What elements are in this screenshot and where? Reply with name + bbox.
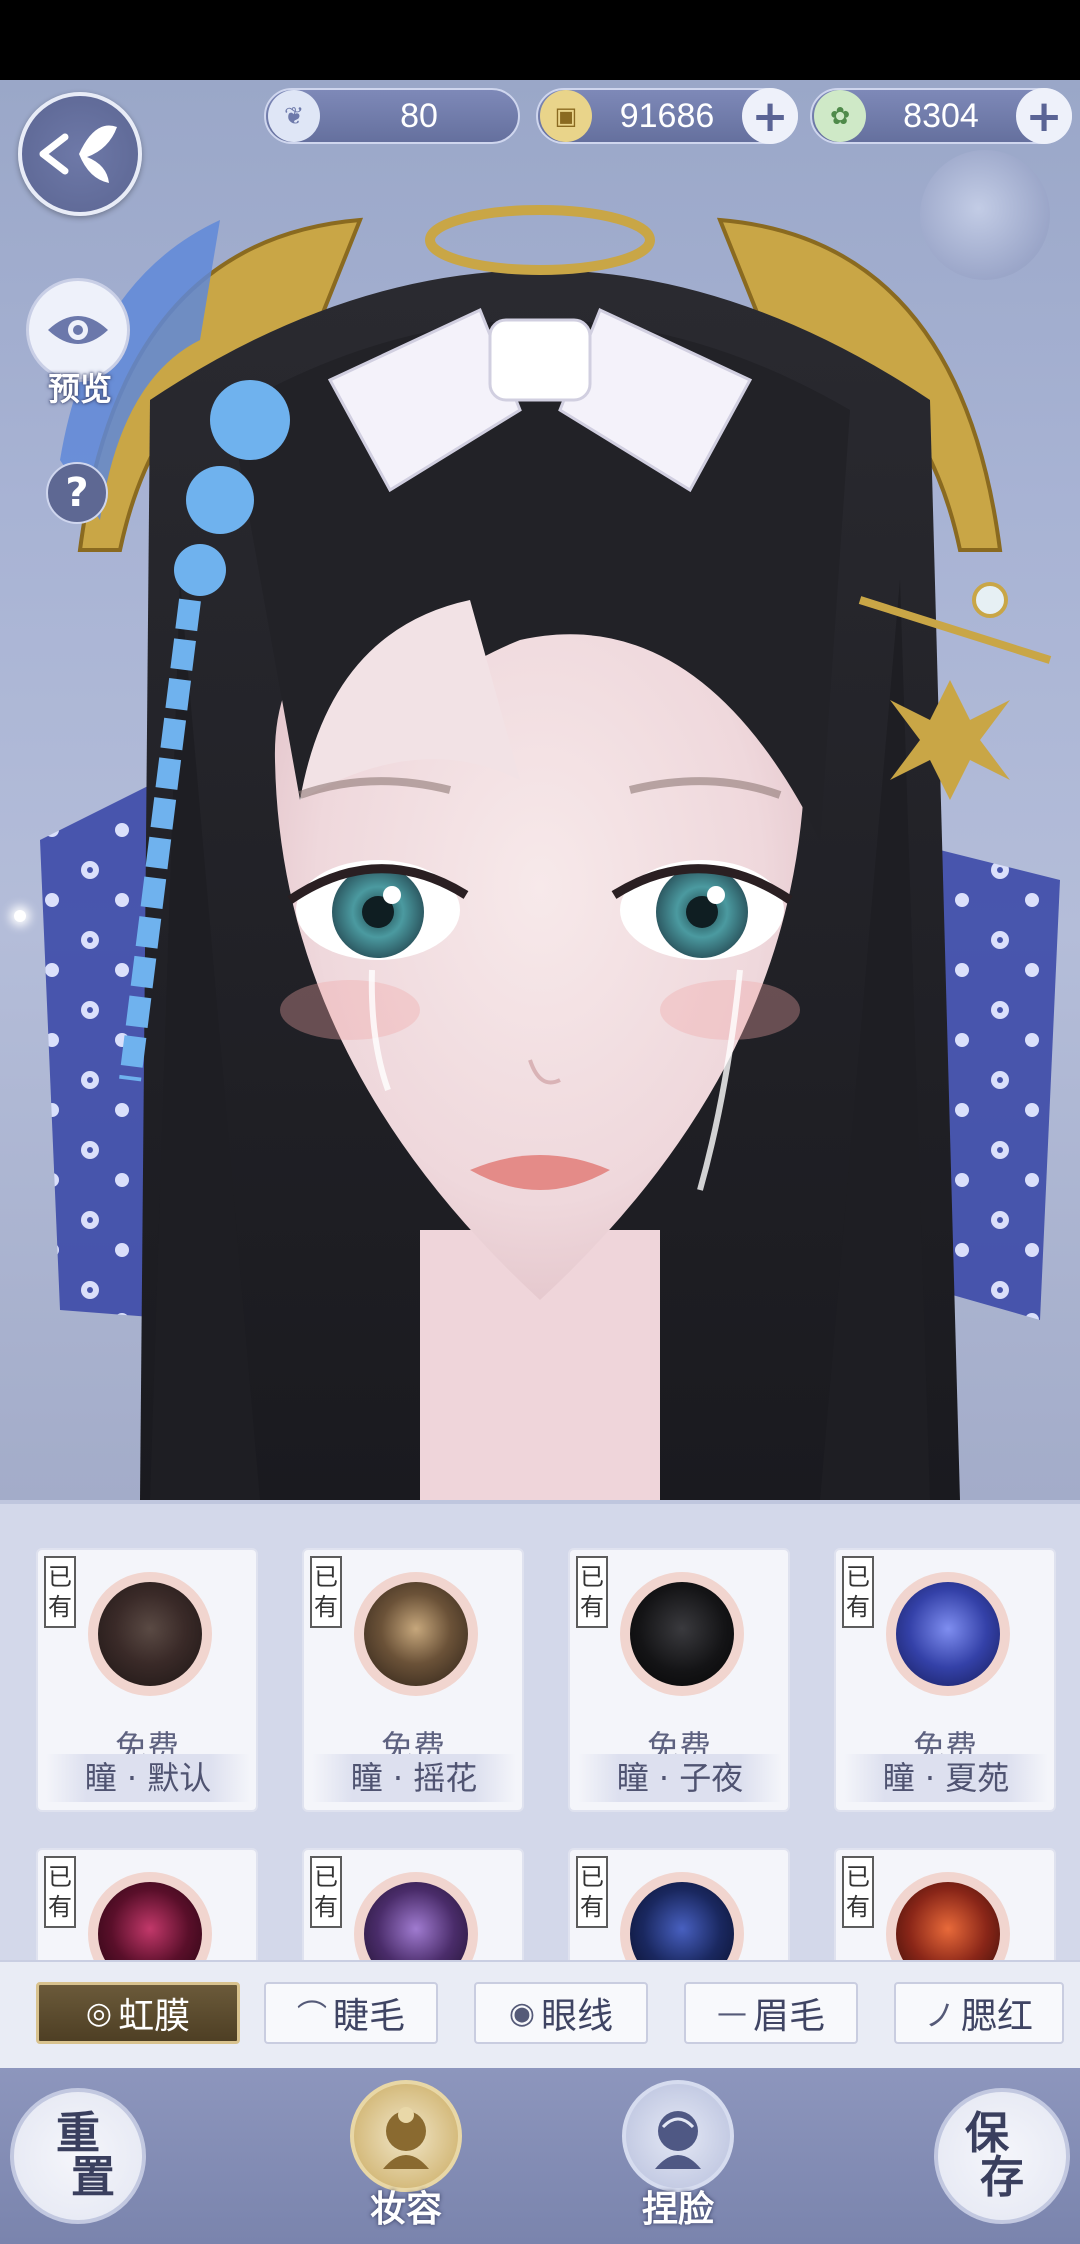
feather-coin-icon: ❦	[268, 90, 320, 142]
iris-preview	[98, 1582, 202, 1686]
iris-swatch	[620, 1872, 744, 1962]
currency-jade-value: 8304	[903, 96, 979, 135]
owned-tag: 已有	[576, 1856, 608, 1928]
iris-preview	[630, 1882, 734, 1962]
bottom-navigation: 重 置 妆容 捏脸 保 存	[0, 2068, 1080, 2244]
iris-swatch	[886, 1572, 1010, 1696]
status-bar	[0, 0, 1080, 80]
iris-preview	[98, 1882, 202, 1962]
item-grid[interactable]: 已有 免费 瞳 · 默认 已有 免费 瞳 · 摇花 已有 免费 瞳 · 子夜 已…	[0, 1504, 1080, 1962]
owned-tag: 已有	[310, 1856, 342, 1928]
eye-icon: ◉	[508, 1995, 536, 2031]
tab-label: 腮红	[960, 1996, 1033, 2037]
owned-tag: 已有	[842, 1856, 874, 1928]
eyelash-icon: ⌒	[296, 1999, 327, 2034]
tab-label: 睫毛	[332, 1996, 405, 2037]
preview-label: 预览	[47, 370, 112, 408]
iris-selection-panel: 已有 免费 瞳 · 默认 已有 免费 瞳 · 摇花 已有 免费 瞳 · 子夜 已…	[0, 1500, 1080, 1962]
iris-icon: ◎	[85, 1995, 113, 2031]
iris-swatch	[354, 1572, 478, 1696]
owned-tag: 已有	[576, 1556, 608, 1628]
item-card[interactable]: 已有 免费 瞳 · 夏苑	[834, 1548, 1056, 1812]
item-card[interactable]: 已有	[36, 1848, 258, 1962]
eye-icon	[48, 316, 108, 344]
tab-label: 眼线	[541, 1996, 614, 2037]
owned-tag: 已有	[44, 1856, 76, 1928]
face-sculpt-label: 捏脸	[641, 2188, 714, 2230]
iris-preview	[630, 1582, 734, 1686]
item-name: 瞳 · 夏苑	[844, 1754, 1048, 1802]
item-name: 瞳 · 子夜	[578, 1754, 782, 1802]
character-preview-scene[interactable]: ❦ 80 ▣ 91686 + ✿ 8304 + 预览 ?	[0, 80, 1080, 1500]
save-button[interactable]: 保 存	[934, 2088, 1070, 2224]
add-jade-button[interactable]: +	[1016, 88, 1072, 144]
makeup-face-icon	[383, 2107, 429, 2169]
tab-label: 虹膜	[118, 1996, 191, 2037]
currency-gold-value: 91686	[619, 96, 715, 135]
tab-eyelashes[interactable]: ⌒ 睫毛	[264, 1982, 438, 2044]
save-label-line1: 保	[965, 2108, 1009, 2159]
iris-preview	[364, 1582, 468, 1686]
butterfly-back-icon	[39, 125, 117, 183]
item-name: 瞳 · 默认	[46, 1754, 250, 1802]
item-card[interactable]: 已有	[302, 1848, 524, 1962]
owned-tag: 已有	[310, 1556, 342, 1628]
currency-jade: ✿ 8304 +	[810, 88, 1072, 144]
tab-iris[interactable]: ◎ 虹膜	[36, 1982, 240, 2044]
makeup-category-tabs: ◎ 虹膜 ⌒ 睫毛 ◉ 眼线 — 眉毛 ノ 腮红	[0, 1960, 1080, 2068]
currency-gold: ▣ 91686 +	[536, 88, 798, 144]
tab-label: 眉毛	[752, 1996, 825, 2037]
tab-blush[interactable]: ノ 腮红	[894, 1982, 1064, 2044]
save-label-line2: 存	[980, 2152, 1024, 2203]
item-card[interactable]: 已有 免费 瞳 · 默认	[36, 1548, 258, 1812]
reset-label-line1: 重	[56, 2108, 100, 2159]
reset-button[interactable]: 重 置	[10, 2088, 146, 2224]
item-card[interactable]: 已有	[568, 1848, 790, 1962]
back-button[interactable]	[18, 92, 142, 216]
currency-feather: ❦ 80	[264, 88, 520, 144]
eyebrow-icon: —	[716, 1995, 747, 2031]
owned-tag: 已有	[842, 1556, 874, 1628]
makeup-mode-button[interactable]	[350, 2080, 462, 2192]
iris-swatch	[620, 1572, 744, 1696]
face-sculpt-icon	[655, 2111, 701, 2169]
iris-preview	[896, 1582, 1000, 1686]
face-sculpt-button[interactable]	[622, 2080, 734, 2192]
iris-swatch	[88, 1872, 212, 1962]
iris-preview	[364, 1882, 468, 1962]
currency-feather-value: 80	[400, 96, 438, 135]
item-card[interactable]: 已有 免费 瞳 · 摇花	[302, 1548, 524, 1812]
jade-token-icon: ✿	[814, 90, 866, 142]
blush-icon: ノ	[924, 1999, 955, 2034]
character-portrait	[40, 205, 1060, 1500]
item-card[interactable]: 已有	[834, 1848, 1056, 1962]
tab-eyeliner[interactable]: ◉ 眼线	[474, 1982, 648, 2044]
iris-swatch	[354, 1872, 478, 1962]
item-name: 瞳 · 摇花	[312, 1754, 516, 1802]
reset-label-line2: 置	[71, 2152, 115, 2203]
gold-coin-icon: ▣	[540, 90, 592, 142]
owned-tag: 已有	[44, 1556, 76, 1628]
makeup-label: 妆容	[369, 2188, 442, 2230]
iris-swatch	[886, 1872, 1010, 1962]
add-gold-button[interactable]: +	[742, 88, 798, 144]
tab-eyebrows[interactable]: — 眉毛	[684, 1982, 858, 2044]
iris-swatch	[88, 1572, 212, 1696]
iris-preview	[896, 1882, 1000, 1962]
help-button[interactable]: ?	[46, 462, 108, 524]
item-card[interactable]: 已有 免费 瞳 · 子夜	[568, 1548, 790, 1812]
